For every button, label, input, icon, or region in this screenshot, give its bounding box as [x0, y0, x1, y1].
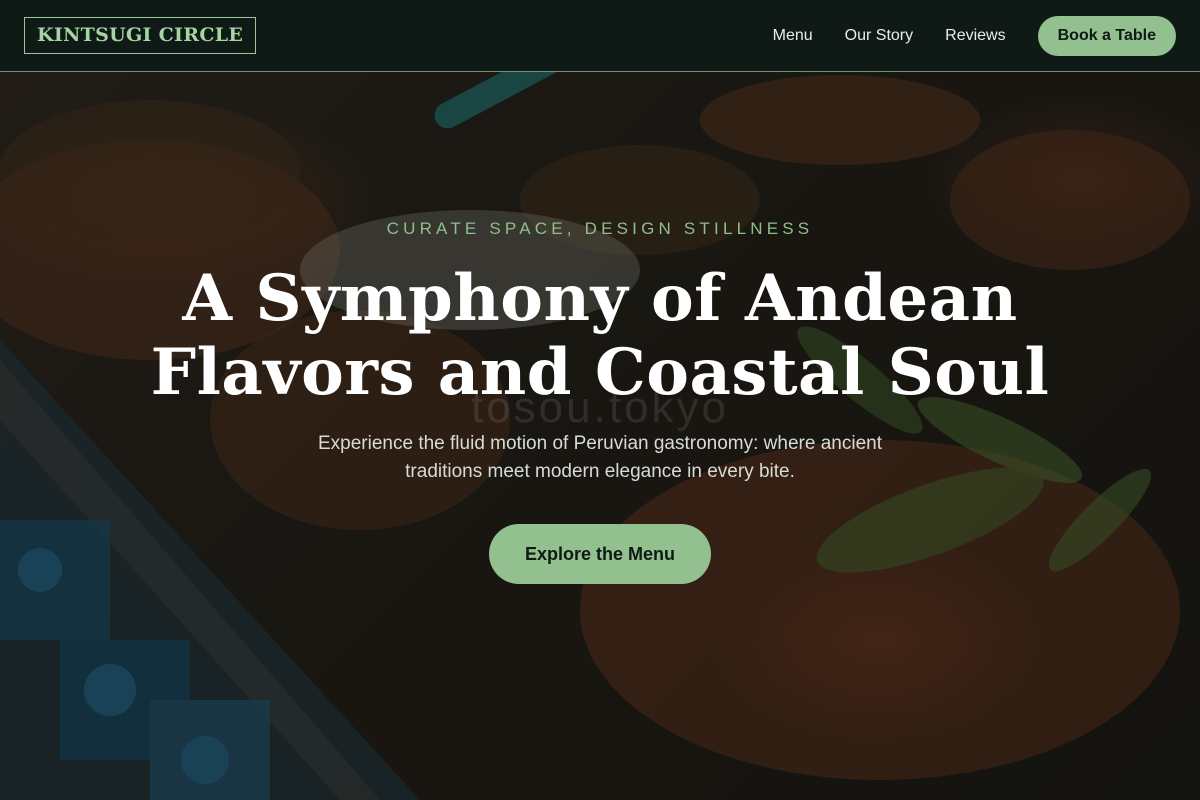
- top-navigation-bar: KINTSUGI CIRCLE Menu Our Story Reviews B…: [0, 0, 1200, 72]
- hero-headline-line-1: A Symphony of Andean: [182, 261, 1018, 336]
- nav-link-our-story[interactable]: Our Story: [845, 27, 913, 45]
- background-watermark: tosou.tokyo: [470, 383, 730, 432]
- nav-links: Menu Our Story Reviews Book a Table: [773, 15, 1176, 56]
- book-a-table-button[interactable]: Book a Table: [1037, 15, 1176, 56]
- hero-subcopy: Experience the fluid motion of Peruvian …: [318, 433, 882, 482]
- nav-link-reviews[interactable]: Reviews: [945, 27, 1005, 45]
- hero-section: CURATE SPACE, DESIGN STILLNESS A Symphon…: [0, 0, 1200, 800]
- explore-menu-button[interactable]: Explore the Menu: [489, 524, 711, 584]
- brand-logo[interactable]: KINTSUGI CIRCLE: [24, 17, 257, 54]
- nav-link-menu[interactable]: Menu: [773, 27, 813, 45]
- hero-eyebrow: CURATE SPACE, DESIGN STILLNESS: [386, 219, 814, 238]
